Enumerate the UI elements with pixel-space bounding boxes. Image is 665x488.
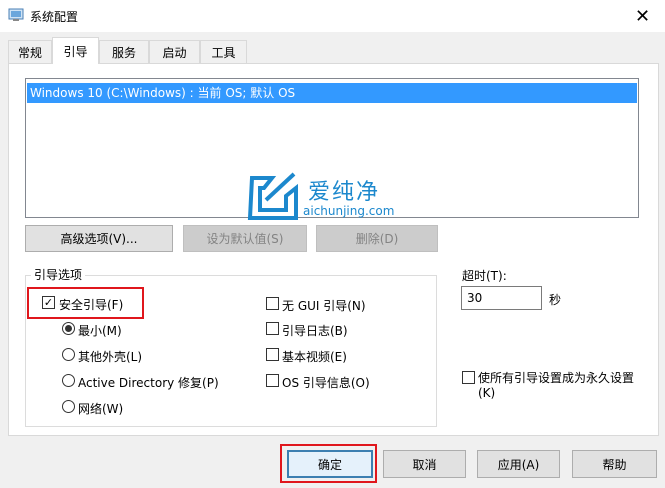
close-button[interactable]: ✕ [620, 0, 665, 32]
tab-label: 启动 [162, 45, 187, 60]
boot-log-label: 引导日志(B) [282, 324, 348, 338]
timeout-unit: 秒 [549, 293, 562, 307]
set-default-button[interactable]: 设为默认值(S) [183, 225, 307, 252]
title-bar [0, 0, 665, 32]
os-boot-info-checkbox[interactable] [266, 374, 279, 387]
tab-label: 常规 [17, 45, 42, 60]
make-permanent-label: 使所有引导设置成为永久设置 [478, 371, 635, 385]
checkmark-icon: ✓ [43, 296, 54, 309]
help-button[interactable]: 帮助 [572, 450, 657, 478]
cancel-button[interactable]: 取消 [383, 450, 466, 478]
ok-button[interactable]: 确定 [287, 450, 373, 478]
watermark-url: aichunjing.com [303, 204, 395, 218]
base-video-label: 基本视频(E) [282, 350, 347, 364]
timeout-label: 超时(T): [462, 269, 507, 283]
tab-general[interactable]: 常规 [8, 40, 52, 63]
radio-ad-repair[interactable] [62, 374, 75, 387]
tab-services[interactable]: 服务 [99, 40, 149, 63]
radio-selected-dot [65, 325, 72, 332]
radio-minimal-label: 最小(M) [78, 324, 122, 338]
make-permanent-checkbox[interactable] [462, 371, 475, 384]
safe-boot-label: 安全引导(F) [59, 298, 124, 312]
apply-button[interactable]: 应用(A) [477, 450, 560, 478]
watermark-brand: 爱纯净 [308, 180, 381, 205]
system-config-icon [8, 7, 24, 23]
boot-log-checkbox[interactable] [266, 322, 279, 335]
base-video-checkbox[interactable] [266, 348, 279, 361]
window-title: 系统配置 [30, 10, 79, 24]
radio-network-label: 网络(W) [78, 402, 124, 416]
delete-button[interactable]: 删除(D) [316, 225, 438, 252]
no-gui-boot-checkbox[interactable] [266, 297, 279, 310]
radio-alternate-shell[interactable] [62, 348, 75, 361]
radio-network[interactable] [62, 400, 75, 413]
advanced-options-button[interactable]: 高级选项(V)... [25, 225, 173, 252]
safe-boot-checkbox[interactable]: ✓ [42, 296, 55, 309]
tab-startup[interactable]: 启动 [149, 40, 200, 63]
no-gui-boot-label: 无 GUI 引导(N) [282, 299, 366, 313]
boot-entry-item[interactable]: Windows 10 (C:\Windows) : 当前 OS; 默认 OS [27, 83, 637, 103]
radio-minimal[interactable] [62, 322, 75, 335]
tab-boot[interactable]: 引导 [52, 37, 99, 64]
boot-options-group-label: 引导选项 [31, 266, 86, 283]
tab-label: 服务 [111, 45, 136, 60]
radio-ad-repair-label: Active Directory 修复(P) [78, 376, 219, 390]
timeout-input[interactable]: 30 [461, 286, 542, 310]
tab-label: 引导 [63, 44, 88, 59]
radio-alternate-shell-label: 其他外壳(L) [78, 350, 143, 364]
make-permanent-label-line2: (K) [478, 386, 496, 400]
close-icon: ✕ [634, 5, 651, 27]
tab-label: 工具 [211, 45, 236, 60]
tab-tools[interactable]: 工具 [200, 40, 247, 63]
os-boot-info-label: OS 引导信息(O) [282, 376, 370, 390]
